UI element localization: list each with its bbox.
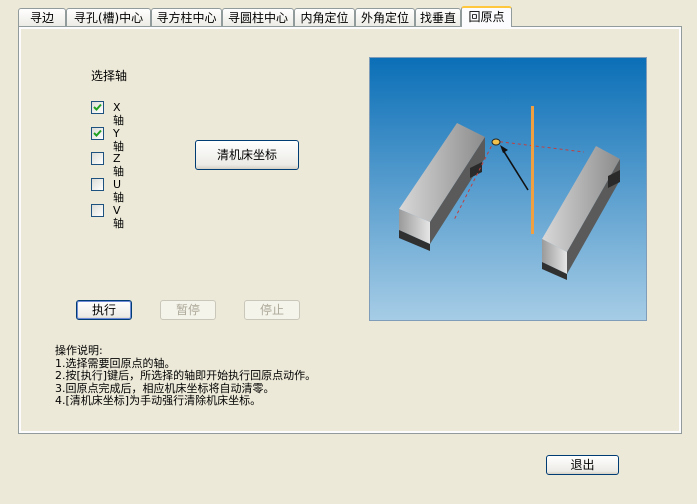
section-title: 选择轴 — [91, 69, 128, 83]
tab-cylinder-center[interactable]: 寻圆柱中心 — [222, 8, 294, 26]
axis-z-checkbox[interactable] — [91, 152, 104, 165]
home-illustration — [369, 57, 647, 321]
exit-button[interactable]: 退出 — [546, 455, 619, 475]
check-icon — [93, 129, 102, 137]
tab-edge-finding[interactable]: 寻边 — [18, 8, 66, 26]
execute-button[interactable]: 执行 — [76, 300, 132, 320]
help-line: 4.[清机床坐标]为手动强行清除机床坐标。 — [55, 394, 262, 407]
axis-z-label: Z轴 — [113, 152, 124, 178]
help-line: 2.按[执行]键后，所选择的轴即开始执行回原点动作。 — [55, 369, 317, 382]
axis-y-label: Y轴 — [113, 127, 124, 153]
tab-panel: 选择轴 X轴 Y轴 Z轴 U轴 V轴 清机床坐标 执行 暂停 停止 操作说明: … — [18, 26, 682, 434]
tab-find-vertical[interactable]: 找垂直 — [415, 8, 461, 26]
axis-u-checkbox[interactable] — [91, 178, 104, 191]
tab-outer-corner[interactable]: 外角定位 — [355, 8, 415, 26]
panel-body: 选择轴 X轴 Y轴 Z轴 U轴 V轴 清机床坐标 执行 暂停 停止 操作说明: … — [21, 29, 679, 431]
tab-square-center[interactable]: 寻方柱中心 — [151, 8, 222, 26]
help-title: 操作说明: — [55, 344, 103, 357]
help-text: 操作说明: 1.选择需要回原点的轴。 2.按[执行]键后，所选择的轴即开始执行回… — [55, 344, 317, 408]
tab-hole-center[interactable]: 寻孔(槽)中心 — [66, 8, 151, 26]
axis-v-checkbox[interactable] — [91, 204, 104, 217]
axis-u-label: U轴 — [113, 178, 124, 204]
clear-machine-coords-button[interactable]: 清机床坐标 — [195, 140, 299, 170]
machine-diagram-icon — [370, 58, 646, 320]
stop-button[interactable]: 停止 — [244, 300, 300, 320]
pause-button[interactable]: 暂停 — [160, 300, 216, 320]
axis-y-checkbox[interactable] — [91, 127, 104, 140]
axis-v-label: V轴 — [113, 204, 124, 230]
tab-home[interactable]: 回原点 — [461, 6, 512, 27]
check-icon — [93, 103, 102, 111]
axis-x-checkbox[interactable] — [91, 101, 104, 114]
tab-inner-corner[interactable]: 内角定位 — [294, 8, 355, 26]
axis-x-label: X轴 — [113, 101, 124, 127]
